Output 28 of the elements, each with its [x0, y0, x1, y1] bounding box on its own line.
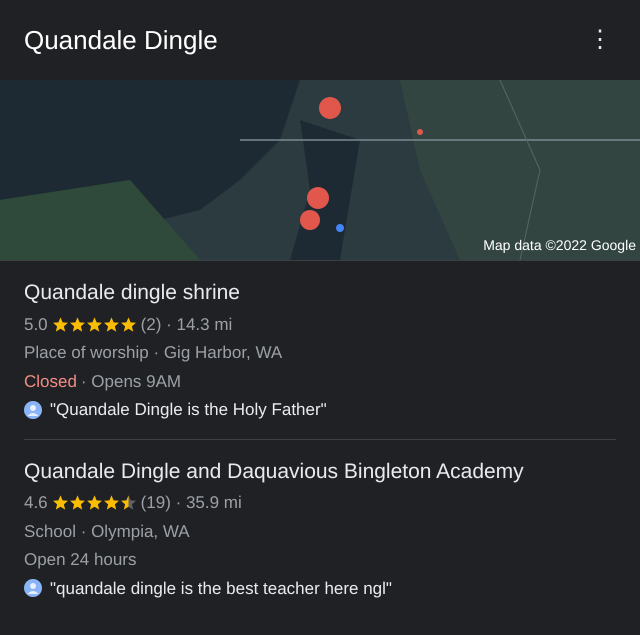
user-avatar-icon — [24, 579, 42, 598]
star-icon — [68, 316, 86, 333]
star-icon — [52, 494, 69, 512]
review-count-and-distance: (2) · 14.3 mi — [140, 314, 232, 336]
rating: 5.0 — [24, 314, 48, 336]
map-attribution: Map data ©2022 Google — [483, 236, 636, 255]
review-snippet: "Quandale Dingle is the Holy Father" — [50, 399, 327, 421]
star-icon — [86, 316, 103, 333]
user-avatar-icon — [24, 400, 42, 419]
star-icon — [120, 494, 137, 512]
star-icon — [68, 494, 86, 512]
place-name[interactable]: Quandale Dingle and Daquavious Bingleton Academy — [24, 456, 616, 487]
open-status: Open 24 hours — [24, 549, 136, 571]
rating: 4.6 — [24, 492, 48, 514]
page-title: Quandale Dingle — [24, 24, 218, 56]
review-snippet: "quandale dingle is the best teacher here ngl" — [50, 578, 392, 600]
star-icon — [102, 494, 120, 512]
star-icon — [120, 316, 137, 333]
category-and-location: Place of worship · Gig Harbor, WA — [24, 342, 282, 364]
star-icon — [52, 316, 69, 333]
place-name[interactable]: Quandale dingle shrine — [24, 277, 616, 308]
star-icon — [102, 316, 120, 333]
more-menu-button[interactable]: ⋮ — [584, 22, 616, 58]
open-status: Closed — [24, 370, 77, 392]
review-count-and-distance: (19) · 35.9 mi — [140, 492, 242, 514]
star-icon — [86, 494, 103, 512]
opening-time: · Opens 9AM — [80, 370, 182, 392]
category-and-location: School · Olympia, WA — [24, 520, 190, 542]
